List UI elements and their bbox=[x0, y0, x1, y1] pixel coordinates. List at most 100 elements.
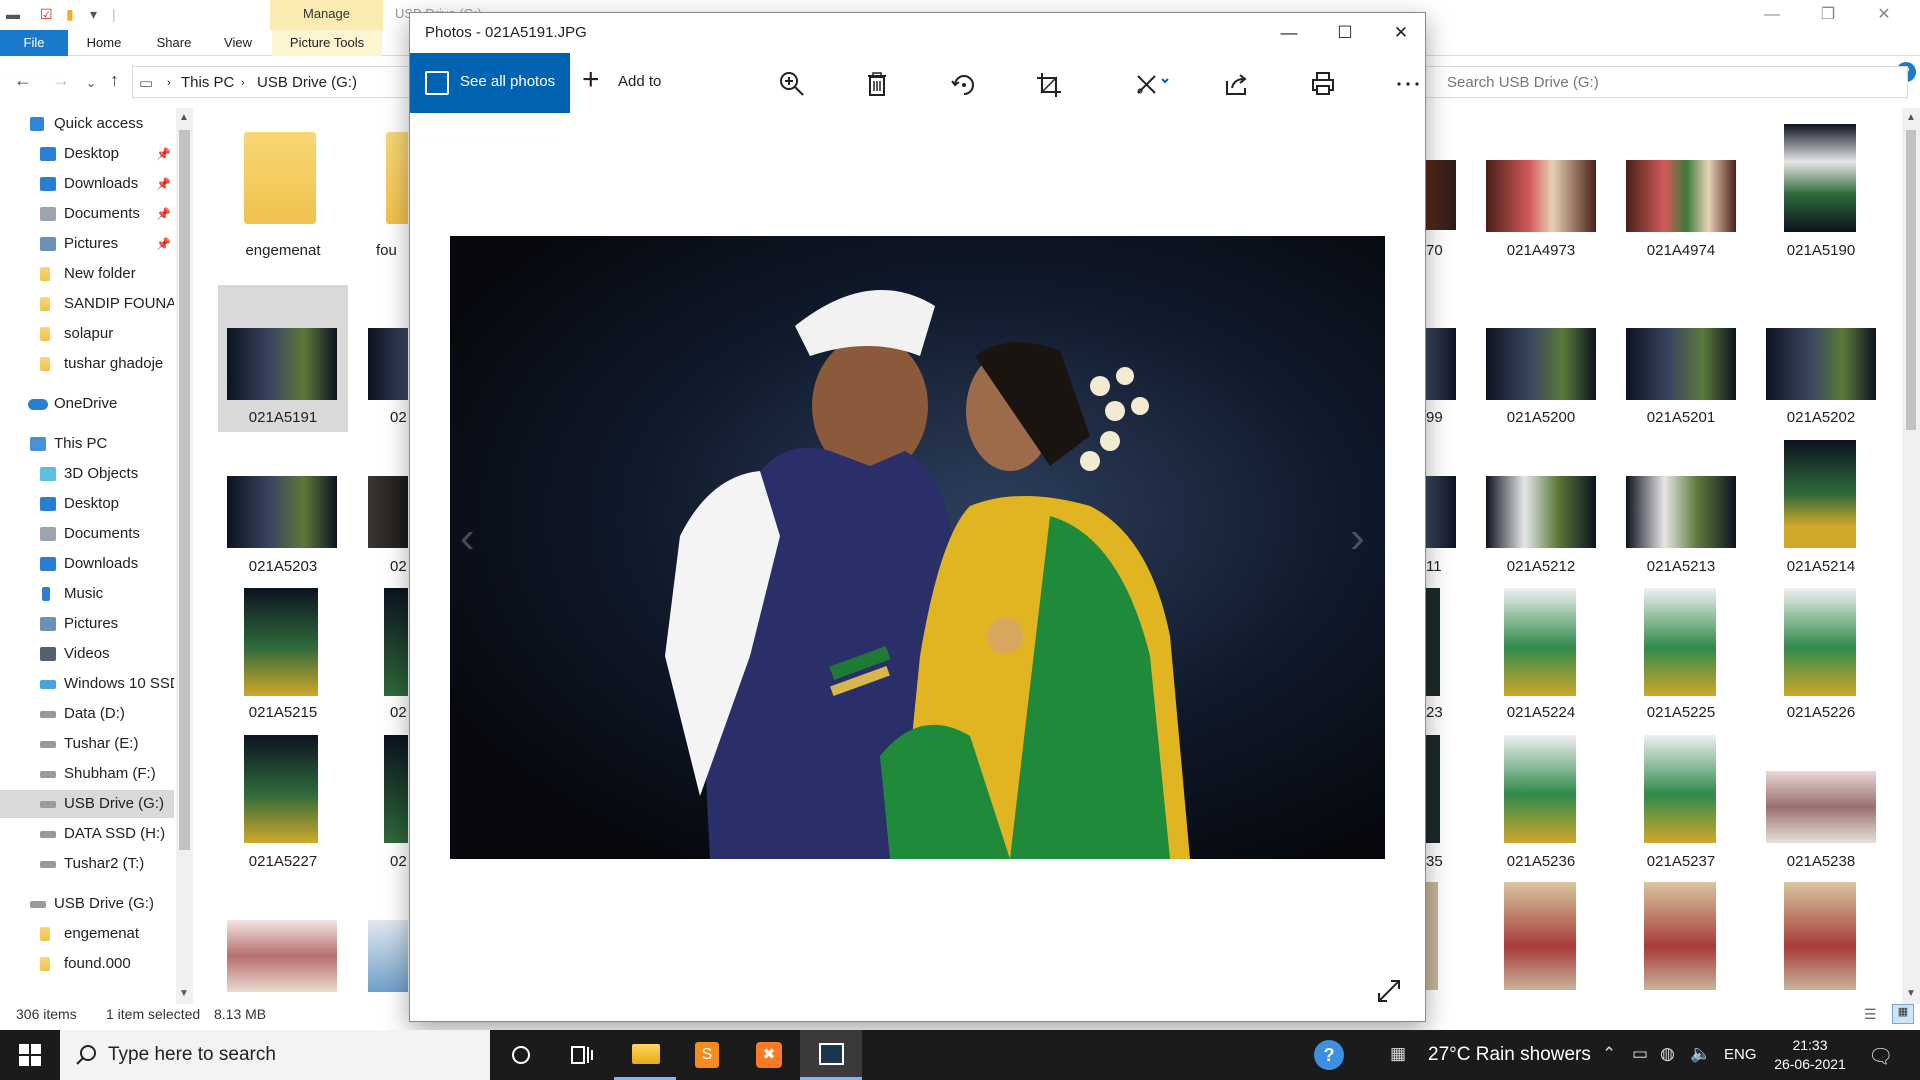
share-icon[interactable] bbox=[1216, 65, 1256, 101]
image-tile[interactable]: 021A5215 bbox=[218, 586, 348, 726]
start-button[interactable] bbox=[0, 1030, 60, 1080]
nav-onedrive[interactable]: OneDrive bbox=[0, 390, 174, 418]
photo-display[interactable] bbox=[450, 236, 1385, 859]
back-arrow-icon[interactable]: ← bbox=[14, 70, 32, 91]
folder-tile[interactable]: fou bbox=[348, 120, 408, 260]
nav-usb-root[interactable]: USB Drive (G:) bbox=[0, 890, 174, 918]
breadcrumb-usb-drive[interactable]: USB Drive (G:) bbox=[257, 74, 357, 91]
scroll-up-icon[interactable]: ▲ bbox=[1906, 112, 1916, 123]
image-tile[interactable]: 02 bbox=[368, 733, 408, 873]
nav-tushar-e[interactable]: Tushar (E:) bbox=[0, 730, 174, 758]
nav-found[interactable]: found.000 bbox=[0, 950, 174, 978]
properties-icon[interactable]: ☑ bbox=[40, 6, 53, 23]
show-hidden-icons-icon[interactable]: ⌃ bbox=[1602, 1044, 1616, 1064]
nav-quick-access[interactable]: Quick access bbox=[0, 110, 174, 138]
nav-videos[interactable]: Videos bbox=[0, 640, 174, 668]
image-tile[interactable]: 021A5225 bbox=[1616, 586, 1746, 726]
tab-picture-tools[interactable]: Picture Tools bbox=[272, 30, 382, 56]
weather-icon[interactable]: ▦ bbox=[1390, 1044, 1406, 1064]
image-tile[interactable]: 99 bbox=[1426, 285, 1460, 432]
image-tile[interactable]: 021A5226 bbox=[1756, 586, 1886, 726]
fullscreen-icon[interactable] bbox=[1376, 978, 1406, 1008]
nav-pictures[interactable]: Pictures 📌 bbox=[0, 230, 174, 258]
image-tile[interactable]: 70 bbox=[1426, 120, 1460, 260]
explorer-restore-button[interactable]: ❐ bbox=[1806, 2, 1850, 28]
sublime-text-taskbar-button[interactable]: S bbox=[676, 1030, 738, 1080]
nav-data-ssd-h[interactable]: DATA SSD (H:) bbox=[0, 820, 174, 848]
file-list-scrollbar[interactable]: ▲ ▼ bbox=[1902, 108, 1920, 1004]
previous-photo-icon[interactable]: ‹ bbox=[460, 513, 475, 563]
image-tile[interactable]: 021A5214 bbox=[1756, 440, 1886, 580]
add-to-button[interactable]: + Add to bbox=[582, 53, 682, 113]
chevron-right-icon[interactable]: › bbox=[167, 77, 171, 89]
crop-icon[interactable] bbox=[1027, 65, 1067, 101]
nav-windows-ssd[interactable]: Windows 10 SSD bbox=[0, 670, 174, 698]
image-tile[interactable]: 021A5190 bbox=[1756, 120, 1886, 260]
customize-qa-icon[interactable]: ▾ bbox=[90, 6, 97, 23]
minimize-button[interactable]: — bbox=[1261, 13, 1317, 53]
network-globe-icon[interactable]: ◍ bbox=[1660, 1044, 1675, 1064]
breadcrumb-this-pc[interactable]: This PC bbox=[181, 74, 234, 91]
image-tile[interactable] bbox=[358, 918, 408, 998]
volume-icon[interactable]: 🔈 bbox=[1690, 1044, 1711, 1064]
nav-tushar2-t[interactable]: Tushar2 (T:) bbox=[0, 850, 174, 878]
file-explorer-taskbar-button[interactable] bbox=[614, 1030, 676, 1080]
clock[interactable]: 21:33 26-06-2021 bbox=[1772, 1036, 1848, 1074]
image-tile[interactable] bbox=[1616, 880, 1746, 1000]
nav-scrollbar[interactable]: ▲ ▼ bbox=[176, 108, 193, 1004]
nav-engemenat[interactable]: engemenat bbox=[0, 920, 174, 948]
battery-icon[interactable]: ▭ bbox=[1632, 1044, 1648, 1064]
folder-tile[interactable]: engemenat bbox=[218, 120, 348, 260]
image-tile[interactable]: 021A5203 bbox=[218, 470, 348, 580]
image-tile[interactable] bbox=[1476, 880, 1606, 1000]
forward-arrow-icon[interactable]: → bbox=[52, 70, 70, 91]
image-tile[interactable] bbox=[1426, 880, 1460, 1000]
task-view-button[interactable] bbox=[552, 1030, 614, 1080]
tab-manage[interactable]: Manage bbox=[270, 0, 383, 30]
more-icon[interactable] bbox=[1387, 65, 1427, 101]
see-all-photos-button[interactable]: See all photos bbox=[410, 53, 570, 113]
taskbar-search-box[interactable]: Type here to search bbox=[60, 1030, 490, 1080]
explorer-minimize-button[interactable]: — bbox=[1750, 2, 1794, 28]
up-arrow-icon[interactable]: ↑ bbox=[110, 70, 119, 91]
tab-share[interactable]: Share bbox=[144, 30, 204, 56]
image-tile[interactable]: 021A5213 bbox=[1616, 470, 1746, 580]
weather-status[interactable]: 27°C Rain showers bbox=[1428, 1044, 1591, 1066]
image-tile[interactable]: 021A5201 bbox=[1616, 285, 1746, 432]
details-view-icon[interactable]: ☰ bbox=[1864, 1006, 1877, 1023]
nav-solapur[interactable]: solapur bbox=[0, 320, 174, 348]
image-tile[interactable]: 021A5236 bbox=[1476, 733, 1606, 873]
close-button[interactable]: ✕ bbox=[1373, 13, 1429, 53]
image-tile[interactable]: 02 bbox=[368, 586, 408, 726]
nav-desktop[interactable]: Desktop 📌 bbox=[0, 140, 174, 168]
nav-pc-desktop[interactable]: Desktop bbox=[0, 490, 174, 518]
nav-pc-documents[interactable]: Documents bbox=[0, 520, 174, 548]
nav-sandip-founai[interactable]: SANDIP FOUNAI bbox=[0, 290, 174, 318]
nav-downloads[interactable]: Downloads 📌 bbox=[0, 170, 174, 198]
input-language[interactable]: ENG bbox=[1724, 1046, 1757, 1063]
image-tile[interactable]: 021A4974 bbox=[1616, 120, 1746, 260]
photos-taskbar-button[interactable] bbox=[800, 1030, 862, 1080]
help-tips-icon[interactable]: ? bbox=[1314, 1040, 1344, 1070]
image-tile[interactable]: 021A5224 bbox=[1476, 586, 1606, 726]
nav-3d-objects[interactable]: 3D Objects bbox=[0, 460, 174, 488]
recent-locations-icon[interactable]: ⌄ bbox=[86, 76, 96, 90]
chevron-right-icon[interactable]: › bbox=[241, 77, 245, 89]
nav-music[interactable]: Music bbox=[0, 580, 174, 608]
delete-icon[interactable] bbox=[856, 65, 896, 101]
nav-pc-downloads[interactable]: Downloads bbox=[0, 550, 174, 578]
notification-center-icon[interactable]: 🗨 bbox=[1868, 1044, 1893, 1069]
image-tile[interactable]: 021A5238 bbox=[1756, 733, 1886, 873]
image-tile[interactable]: 021A5237 bbox=[1616, 733, 1746, 873]
print-icon[interactable] bbox=[1302, 65, 1342, 101]
large-icons-view-icon[interactable]: ▦ bbox=[1892, 1004, 1914, 1024]
edit-icon[interactable] bbox=[1127, 65, 1175, 101]
tab-view[interactable]: View bbox=[210, 30, 266, 56]
explorer-close-button[interactable]: ✕ bbox=[1862, 2, 1906, 28]
image-tile[interactable]: 021A5202 bbox=[1756, 285, 1886, 432]
image-tile[interactable]: 021A5212 bbox=[1476, 470, 1606, 580]
nav-shubham-f[interactable]: Shubham (F:) bbox=[0, 760, 174, 788]
image-tile[interactable]: 021A5227 bbox=[218, 733, 348, 873]
next-photo-icon[interactable]: › bbox=[1350, 513, 1365, 563]
xampp-taskbar-button[interactable]: ✖ bbox=[738, 1030, 800, 1080]
